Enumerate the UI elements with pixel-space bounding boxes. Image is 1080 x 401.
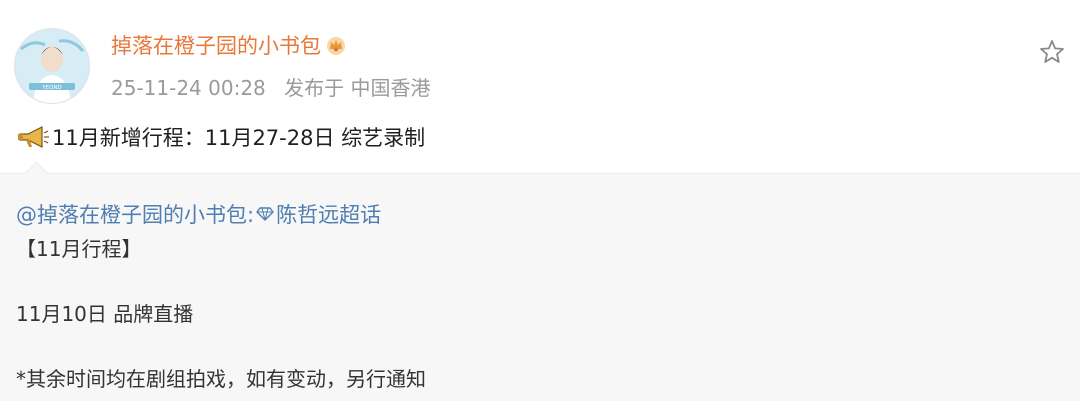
repost-block[interactable]: @掉落在橙子园的小书包: 陈哲远超话 【11月行程】 11月10日 品牌直播 *…	[0, 161, 1080, 401]
username-row: 掉落在橙子园的小书包	[111, 30, 347, 60]
username-link[interactable]: 掉落在橙子园的小书包	[111, 30, 321, 60]
post-text: 11月新增行程：11月27-28日 综艺录制	[16, 122, 425, 152]
star-icon[interactable]	[1038, 38, 1066, 66]
post-card: YEOND 掉落在橙子园的小书包 25-11-24 00:28 发布于 中国香港…	[0, 0, 1080, 172]
post-meta: 25-11-24 00:28 发布于 中国香港	[111, 72, 431, 101]
avatar-image: YEOND	[15, 29, 89, 103]
avatar-badge-text: YEOND	[41, 85, 62, 91]
repost-line-2: 11月10日 品牌直播	[16, 302, 194, 326]
diamond-icon	[256, 207, 274, 221]
post-timestamp[interactable]: 25-11-24 00:28	[111, 76, 266, 100]
repost-author-row: @掉落在橙子园的小书包: 陈哲远超话	[16, 199, 381, 229]
repost-author-link[interactable]: @掉落在橙子园的小书包:	[16, 199, 254, 229]
supertopic-link[interactable]: 陈哲远超话	[276, 199, 381, 229]
crown-badge-icon	[327, 37, 345, 55]
repost-line-3: *其余时间均在剧组拍戏，如有变动，另行通知	[16, 367, 426, 391]
megaphone-icon	[18, 126, 49, 148]
avatar[interactable]: YEOND	[14, 28, 90, 104]
post-source: 发布于 中国香港	[284, 76, 431, 100]
repost-line-1: 【11月行程】	[16, 237, 142, 261]
post-body: 11月新增行程：11月27-28日 综艺录制	[52, 126, 426, 150]
